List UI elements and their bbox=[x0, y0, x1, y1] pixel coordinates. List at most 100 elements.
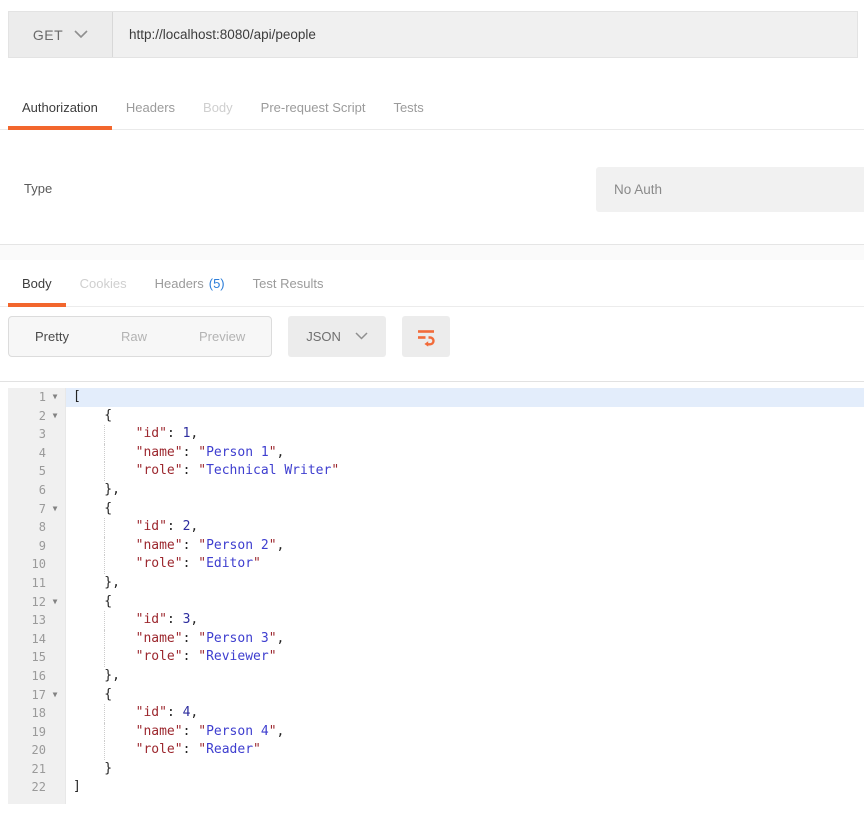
view-button-pretty[interactable]: Pretty bbox=[9, 317, 95, 356]
tab-label: Cookies bbox=[80, 276, 127, 291]
response-tabs: Body Cookies Headers (5) Test Results bbox=[0, 260, 864, 307]
response-editor[interactable]: 1▼[2▼ {3 "id": 1,4 "name": "Person 1",5 … bbox=[0, 381, 864, 797]
fold-arrow-icon[interactable]: ▼ bbox=[46, 686, 64, 705]
line-gutter: 3 bbox=[8, 425, 66, 444]
line-gutter: 22 bbox=[8, 778, 66, 797]
indent-guide bbox=[104, 518, 105, 537]
url-input[interactable]: http://localhost:8080/api/people bbox=[113, 12, 857, 57]
view-toggle-group: PrettyRawPreview bbox=[8, 316, 272, 357]
code-line: 13 "id": 3, bbox=[8, 611, 864, 630]
pane-splitter[interactable] bbox=[0, 244, 864, 260]
line-number: 5 bbox=[8, 462, 46, 481]
chevron-down-icon bbox=[355, 332, 368, 340]
fold-spacer bbox=[46, 555, 64, 574]
line-gutter: 9 bbox=[8, 537, 66, 556]
line-gutter: 16 bbox=[8, 667, 66, 686]
tab-headers[interactable]: Headers (5) bbox=[141, 260, 239, 306]
line-gutter: 8 bbox=[8, 518, 66, 537]
code-text: { bbox=[66, 500, 864, 519]
line-number: 6 bbox=[8, 481, 46, 500]
view-button-raw[interactable]: Raw bbox=[95, 317, 173, 356]
tab-headers[interactable]: Headers bbox=[112, 85, 189, 129]
fold-spacer bbox=[46, 648, 64, 667]
editor-gutter-tail bbox=[8, 797, 66, 804]
fold-spacer bbox=[46, 723, 64, 742]
line-number: 9 bbox=[8, 537, 46, 556]
indent-guide bbox=[104, 611, 105, 630]
tab-label: Tests bbox=[393, 100, 423, 115]
code-line: 5 "role": "Technical Writer" bbox=[8, 462, 864, 481]
indent-guide bbox=[104, 555, 105, 574]
line-number: 11 bbox=[8, 574, 46, 593]
fold-spacer bbox=[46, 462, 64, 481]
fold-spacer bbox=[46, 611, 64, 630]
line-gutter: 6 bbox=[8, 481, 66, 500]
code-line: 18 "id": 4, bbox=[8, 704, 864, 723]
fold-arrow-icon[interactable]: ▼ bbox=[46, 593, 64, 612]
tab-pre-request-script[interactable]: Pre-request Script bbox=[247, 85, 380, 129]
tab-label: Headers bbox=[155, 276, 204, 291]
code-line: 8 "id": 2, bbox=[8, 518, 864, 537]
wrap-text-icon bbox=[415, 325, 437, 347]
code-text: "role": "Technical Writer" bbox=[66, 462, 864, 481]
tab-cookies[interactable]: Cookies bbox=[66, 260, 141, 306]
line-gutter: 1▼ bbox=[8, 388, 66, 407]
response-toolbar: PrettyRawPreview JSON bbox=[0, 307, 864, 365]
code-line: 21 } bbox=[8, 760, 864, 779]
tab-body[interactable]: Body bbox=[8, 260, 66, 306]
line-gutter: 11 bbox=[8, 574, 66, 593]
tab-body[interactable]: Body bbox=[189, 85, 247, 129]
code-line: 17▼ { bbox=[8, 686, 864, 705]
line-gutter: 18 bbox=[8, 704, 66, 723]
line-gutter: 10 bbox=[8, 555, 66, 574]
code-line: 2▼ { bbox=[8, 407, 864, 426]
code-line: 3 "id": 1, bbox=[8, 425, 864, 444]
fold-arrow-icon[interactable]: ▼ bbox=[46, 500, 64, 519]
code-text: "name": "Person 4", bbox=[66, 723, 864, 742]
line-number: 3 bbox=[8, 425, 46, 444]
line-number: 13 bbox=[8, 611, 46, 630]
line-gutter: 20 bbox=[8, 741, 66, 760]
fold-spacer bbox=[46, 760, 64, 779]
fold-arrow-icon[interactable]: ▼ bbox=[46, 388, 64, 407]
tab-label: Body bbox=[22, 276, 52, 291]
method-dropdown[interactable]: GET bbox=[9, 12, 113, 57]
fold-arrow-icon[interactable]: ▼ bbox=[46, 407, 64, 426]
view-button-preview[interactable]: Preview bbox=[173, 317, 271, 356]
tab-label: Body bbox=[203, 100, 233, 115]
code-text: }, bbox=[66, 574, 864, 593]
indent-guide bbox=[104, 704, 105, 723]
fold-spacer bbox=[46, 574, 64, 593]
line-number: 16 bbox=[8, 667, 46, 686]
line-number: 15 bbox=[8, 648, 46, 667]
authorization-panel: Type No Auth bbox=[0, 130, 864, 244]
code-text: { bbox=[66, 593, 864, 612]
code-line: 10 "role": "Editor" bbox=[8, 555, 864, 574]
line-number: 20 bbox=[8, 741, 46, 760]
line-gutter: 5 bbox=[8, 462, 66, 481]
indent-guide bbox=[104, 537, 105, 556]
code-line: 1▼[ bbox=[8, 388, 864, 407]
code-text: [ bbox=[66, 388, 864, 407]
code-text: { bbox=[66, 686, 864, 705]
fold-spacer bbox=[46, 425, 64, 444]
line-number: 21 bbox=[8, 760, 46, 779]
tab-tests[interactable]: Tests bbox=[379, 85, 437, 129]
code-line: 7▼ { bbox=[8, 500, 864, 519]
line-gutter: 19 bbox=[8, 723, 66, 742]
line-number: 7 bbox=[8, 500, 46, 519]
tab-count-badge: (5) bbox=[209, 276, 225, 291]
wrap-lines-button[interactable] bbox=[402, 316, 450, 357]
auth-type-select[interactable]: No Auth bbox=[596, 167, 864, 212]
language-select[interactable]: JSON bbox=[288, 316, 386, 357]
indent-guide bbox=[104, 648, 105, 667]
line-number: 14 bbox=[8, 630, 46, 649]
method-label: GET bbox=[33, 27, 63, 43]
code-text: }, bbox=[66, 667, 864, 686]
language-value: JSON bbox=[306, 329, 341, 344]
code-line: 20 "role": "Reader" bbox=[8, 741, 864, 760]
indent-guide bbox=[104, 741, 105, 760]
tab-authorization[interactable]: Authorization bbox=[8, 85, 112, 129]
code-text: "id": 3, bbox=[66, 611, 864, 630]
tab-test-results[interactable]: Test Results bbox=[239, 260, 338, 306]
